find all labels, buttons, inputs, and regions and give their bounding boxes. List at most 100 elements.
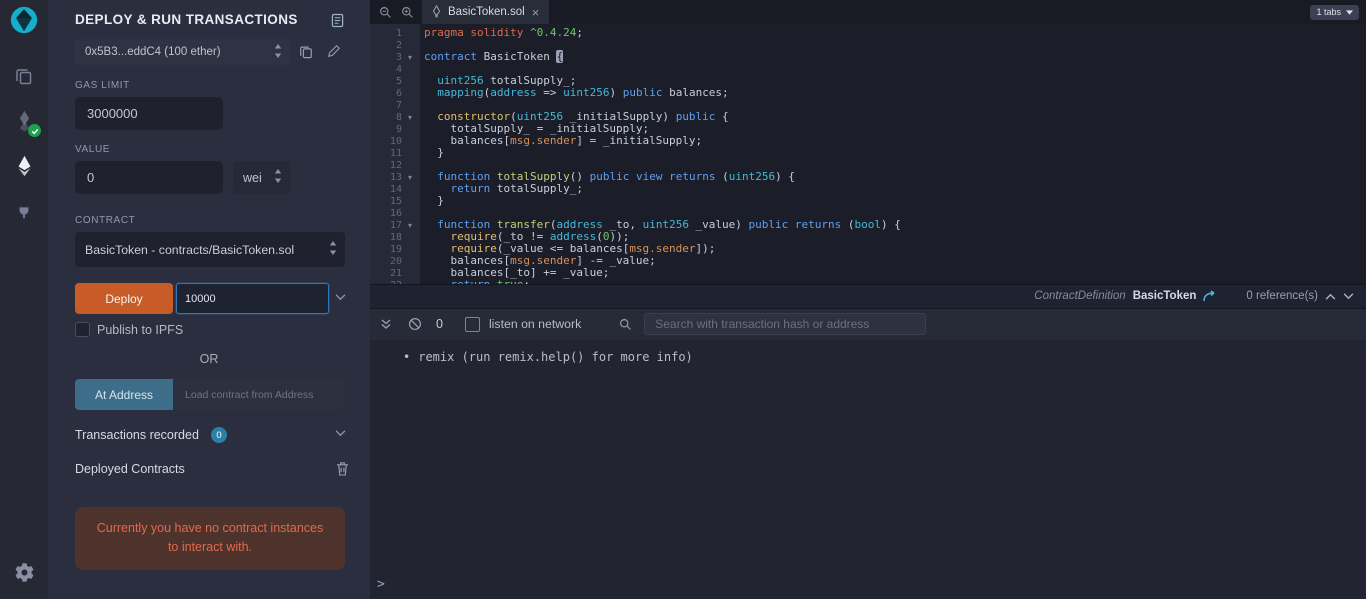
edit-account-icon[interactable] [327, 44, 341, 58]
gutter-line[interactable]: 21 [370, 267, 420, 279]
code-line[interactable]: balances[_to] += _value; [420, 267, 1366, 279]
ast-node-name: BasicToken [1133, 290, 1197, 302]
gas-limit-input[interactable] [75, 97, 223, 130]
deploy-button[interactable]: Deploy [75, 283, 173, 314]
gutter-line[interactable]: 10 [370, 135, 420, 147]
goto-definition-icon[interactable] [1203, 290, 1217, 302]
gutter-line[interactable]: 11 [370, 147, 420, 159]
value-input[interactable] [75, 161, 223, 194]
close-tab-icon[interactable]: × [532, 6, 540, 19]
remix-ide: DEPLOY & RUN TRANSACTIONS 0x5B3...eddC4 … [0, 0, 1366, 599]
remix-logo-icon[interactable] [9, 5, 39, 40]
icon-rail [0, 0, 48, 599]
value-label: VALUE [75, 144, 110, 155]
gutter-line[interactable]: 8▾ [370, 111, 420, 123]
gutter-line[interactable]: 5 [370, 75, 420, 87]
listen-network-checkbox[interactable] [465, 317, 480, 332]
rail-items [12, 64, 36, 223]
contract-select[interactable]: BasicToken - contracts/BasicToken.sol [75, 232, 345, 267]
trash-icon[interactable] [336, 461, 349, 476]
plugin-manager-icon[interactable] [12, 199, 36, 223]
gutter-line[interactable]: 9 [370, 123, 420, 135]
settings-gear-icon[interactable] [15, 563, 34, 587]
code-line[interactable]: } [420, 147, 1366, 159]
docs-icon[interactable] [331, 13, 344, 28]
stepper-icon [274, 44, 282, 61]
deploy-argument-input[interactable] [176, 283, 329, 314]
gutter-line[interactable]: 6 [370, 87, 420, 99]
at-address-button[interactable]: At Address [75, 379, 173, 410]
tabs-count-badge[interactable]: 1 tabs [1310, 5, 1359, 20]
gutter-line[interactable]: 7 [370, 99, 420, 111]
code-line[interactable]: return totalSupply_; [420, 183, 1366, 195]
account-select[interactable]: 0x5B3...eddC4 (100 ether) [75, 39, 290, 65]
stepper-icon [274, 169, 282, 186]
account-value: 0x5B3...eddC4 (100 ether) [85, 46, 221, 58]
gutter-line[interactable]: 15 [370, 195, 420, 207]
deployed-contracts-label: Deployed Contracts [75, 462, 185, 476]
tabs-count-label: 1 tabs [1316, 7, 1341, 17]
bullet-icon: • [403, 350, 410, 364]
gutter-line[interactable]: 19 [370, 243, 420, 255]
value-unit-select[interactable]: wei [233, 161, 290, 194]
publish-ipfs-label: Publish to IPFS [97, 323, 183, 337]
gutter-line[interactable]: 1 [370, 27, 420, 39]
editor-statusbar: ContractDefinition BasicToken 0 referenc… [370, 284, 1366, 308]
contract-label: CONTRACT [75, 215, 135, 226]
gutter-line[interactable]: 2 [370, 39, 420, 51]
pending-tx-count: 0 [436, 317, 443, 331]
transactions-expand-icon[interactable] [335, 430, 346, 437]
expand-terminal-icon[interactable] [380, 318, 392, 330]
file-explorer-icon[interactable] [12, 64, 36, 88]
gutter-line[interactable]: 20 [370, 255, 420, 267]
gutter-line[interactable]: 12 [370, 159, 420, 171]
code-editor[interactable]: 123▾45678▾910111213▾14151617▾18192021222… [370, 24, 1366, 284]
clear-console-icon[interactable] [408, 317, 422, 331]
transactions-count-badge: 0 [211, 427, 227, 443]
gutter-line[interactable]: 22 [370, 279, 420, 284]
code-content: pragma solidity ^0.4.24; contract BasicT… [420, 24, 1366, 284]
value-unit: wei [243, 171, 262, 185]
terminal-prompt[interactable]: > [377, 577, 385, 592]
zoom-in-icon[interactable] [401, 6, 414, 19]
gutter-line[interactable]: 3▾ [370, 51, 420, 63]
gutter-line[interactable]: 18 [370, 231, 420, 243]
editor-tabbar: BasicToken.sol × 1 tabs [370, 0, 1366, 24]
gutter-line[interactable]: 14 [370, 183, 420, 195]
caret-down-icon [1346, 10, 1353, 15]
stepper-icon [329, 241, 337, 258]
solidity-compiler-icon[interactable] [12, 109, 36, 133]
ast-node-type: ContractDefinition [1034, 290, 1125, 302]
copy-account-icon[interactable] [299, 44, 313, 59]
code-line[interactable]: pragma solidity ^0.4.24; [420, 27, 1366, 39]
code-line[interactable]: contract BasicToken { [420, 51, 1366, 63]
expand-constructor-args-icon[interactable] [335, 294, 346, 301]
gutter-line[interactable]: 16 [370, 207, 420, 219]
code-line[interactable]: mapping(address => uint256) public balan… [420, 87, 1366, 99]
at-address-input[interactable] [173, 379, 345, 410]
zoom-out-icon[interactable] [379, 6, 392, 19]
deploy-run-icon[interactable] [12, 154, 36, 178]
terminal-output[interactable]: • remix (run remix.help() for more info)… [370, 340, 1366, 599]
gutter-line[interactable]: 17▾ [370, 219, 420, 231]
references-count: 0 reference(s) [1246, 290, 1318, 302]
gutter-line[interactable]: 4 [370, 63, 420, 75]
terminal-search-input[interactable] [644, 313, 926, 335]
code-line[interactable]: } [420, 195, 1366, 207]
gutter-line[interactable]: 13▾ [370, 171, 420, 183]
next-reference-icon[interactable] [1343, 293, 1354, 300]
solidity-file-icon [432, 5, 441, 19]
code-line[interactable]: balances[msg.sender] = _initialSupply; [420, 135, 1366, 147]
listen-network-label: listen on network [489, 317, 581, 331]
code-line[interactable]: return true; [420, 279, 1366, 284]
terminal-toolbar: 0 listen on network [370, 308, 1366, 340]
previous-reference-icon[interactable] [1325, 293, 1336, 300]
tab-basictoken[interactable]: BasicToken.sol × [422, 0, 549, 24]
compile-success-icon [28, 124, 41, 137]
publish-ipfs-checkbox[interactable] [75, 322, 90, 337]
gas-limit-label: GAS LIMIT [75, 80, 130, 91]
tab-label: BasicToken.sol [448, 6, 525, 18]
contract-selected: BasicToken - contracts/BasicToken.sol [85, 243, 294, 257]
editor-terminal-area: BasicToken.sol × 1 tabs 123▾45678▾910111… [370, 0, 1366, 599]
terminal-welcome-line: • remix (run remix.help() for more info) [370, 340, 1366, 364]
